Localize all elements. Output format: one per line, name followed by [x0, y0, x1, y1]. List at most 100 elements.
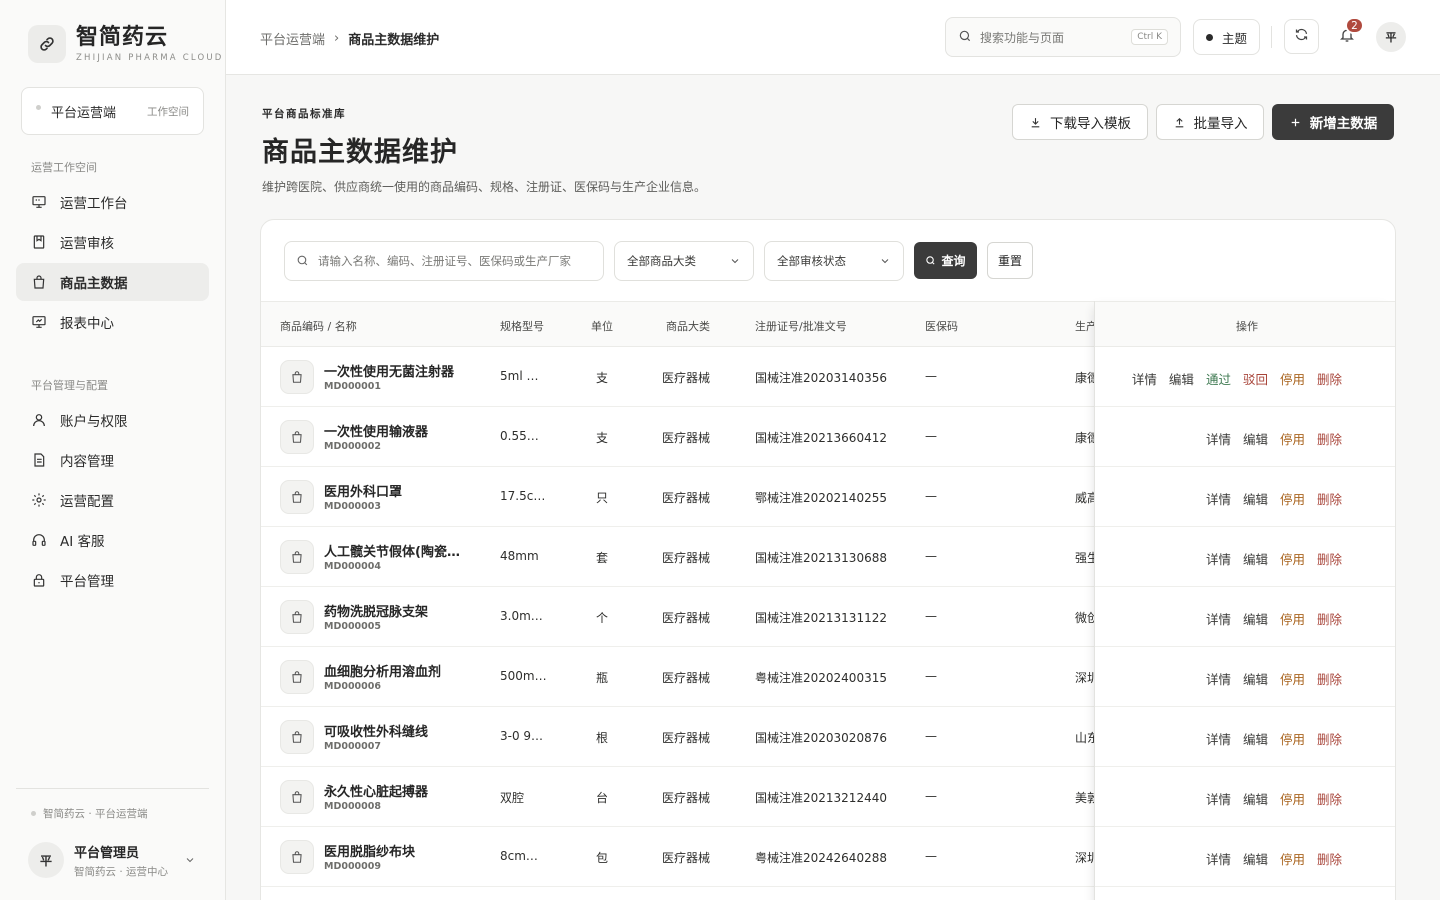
- reject-link[interactable]: 驳回: [1243, 369, 1268, 388]
- edit-link[interactable]: 编辑: [1243, 729, 1268, 748]
- global-search-input[interactable]: 搜索功能与页面 Ctrl K: [945, 17, 1181, 57]
- category-cell: 医疗器械: [662, 611, 711, 625]
- edit-link[interactable]: 编辑: [1243, 789, 1268, 808]
- bag-icon: [280, 480, 314, 514]
- breadcrumb-item[interactable]: 平台运营端: [260, 29, 325, 48]
- product-name[interactable]: 人工髋关节假体(陶瓷…: [324, 541, 460, 560]
- detail-link[interactable]: 详情: [1206, 609, 1231, 628]
- row-actions: 详情 编辑 通过 驳回 停用 删除: [1132, 369, 1342, 388]
- edit-link[interactable]: 编辑: [1243, 489, 1268, 508]
- disable-link[interactable]: 停用: [1280, 849, 1305, 868]
- sidebar-item-ops-config[interactable]: 运营配置: [16, 481, 209, 519]
- breadcrumb-current: 商品主数据维护: [348, 33, 440, 48]
- detail-link[interactable]: 详情: [1132, 369, 1157, 388]
- disable-link[interactable]: 停用: [1280, 729, 1305, 748]
- disable-link[interactable]: 停用: [1280, 669, 1305, 688]
- product-name[interactable]: 永久性心脏起搏器: [324, 781, 428, 800]
- column-header-insurance: 医保码: [925, 320, 958, 333]
- disable-link[interactable]: 停用: [1280, 369, 1305, 388]
- operations-row: 详情 编辑 停用 删除: [1095, 587, 1395, 647]
- edit-link[interactable]: 编辑: [1243, 549, 1268, 568]
- category-cell: 医疗器械: [662, 431, 711, 445]
- disable-link[interactable]: 停用: [1280, 489, 1305, 508]
- keyword-search-input[interactable]: 请输入名称、编码、注册证号、医保码或生产厂家: [284, 241, 604, 281]
- sidebar-item-platform[interactable]: 平台管理: [16, 561, 209, 599]
- reset-button[interactable]: 重置: [987, 242, 1033, 279]
- edit-link[interactable]: 编辑: [1243, 669, 1268, 688]
- delete-link[interactable]: 删除: [1317, 609, 1342, 628]
- category-cell: 医疗器械: [662, 491, 711, 505]
- spec-cell: 3-0 9…: [500, 729, 544, 743]
- delete-link[interactable]: 删除: [1317, 369, 1342, 388]
- product-code: MD000008: [324, 801, 381, 812]
- chevron-down-icon[interactable]: [184, 851, 196, 870]
- disable-link[interactable]: 停用: [1280, 429, 1305, 448]
- registration-cell: 国械注准20203140356: [755, 371, 887, 385]
- delete-link[interactable]: 删除: [1317, 429, 1342, 448]
- detail-link[interactable]: 详情: [1206, 849, 1231, 868]
- disable-link[interactable]: 停用: [1280, 549, 1305, 568]
- query-button[interactable]: 查询: [914, 242, 977, 279]
- sidebar-item-ops-review[interactable]: 运营审核: [16, 223, 209, 261]
- refresh-button[interactable]: [1284, 19, 1319, 54]
- brand[interactable]: 智简药云 ZHIJIAN PHARMA CLOUD: [28, 24, 224, 63]
- delete-link[interactable]: 删除: [1317, 669, 1342, 688]
- status-select[interactable]: 全部审核状态: [764, 241, 904, 281]
- nav-group-title: 平台管理与配置: [31, 379, 108, 392]
- edit-link[interactable]: 编辑: [1169, 369, 1194, 388]
- operations-row: 详情 编辑 停用 删除: [1095, 467, 1395, 527]
- avatar[interactable]: 平: [1376, 22, 1406, 52]
- sidebar-item-ops-dashboard[interactable]: 运营工作台: [16, 183, 209, 221]
- product-name[interactable]: 一次性使用无菌注射器: [324, 361, 454, 380]
- batch-import-button[interactable]: 批量导入: [1156, 104, 1264, 140]
- detail-link[interactable]: 详情: [1206, 429, 1231, 448]
- detail-link[interactable]: 详情: [1206, 669, 1231, 688]
- unit-cell: 台: [596, 791, 609, 805]
- delete-link[interactable]: 删除: [1317, 549, 1342, 568]
- category-select[interactable]: 全部商品大类: [614, 241, 754, 281]
- sidebar-item-ai-service[interactable]: AI 客服: [16, 521, 209, 559]
- bag-icon: [280, 420, 314, 454]
- disable-link[interactable]: 停用: [1280, 609, 1305, 628]
- sidebar-item-content[interactable]: 内容管理: [16, 441, 209, 479]
- product-name[interactable]: 医用外科口罩: [324, 481, 402, 500]
- product-name[interactable]: 一次性使用输液器: [324, 421, 428, 440]
- sidebar-divider: [16, 788, 209, 789]
- detail-link[interactable]: 详情: [1206, 729, 1231, 748]
- detail-link[interactable]: 详情: [1206, 489, 1231, 508]
- product-name[interactable]: 医用脱脂纱布块: [324, 841, 415, 860]
- theme-button[interactable]: 主题: [1193, 19, 1260, 55]
- edit-link[interactable]: 编辑: [1243, 429, 1268, 448]
- shortcut-hint: Ctrl K: [1131, 29, 1168, 45]
- bag-icon: [280, 720, 314, 754]
- search-icon: [925, 255, 936, 266]
- button-label: 下载导入模板: [1050, 116, 1131, 132]
- sidebar-item-master-data[interactable]: 商品主数据: [16, 263, 209, 301]
- product-name[interactable]: 可吸收性外科缝线: [324, 721, 428, 740]
- user-card[interactable]: 平 平台管理员 智简药云 · 运营中心: [28, 840, 204, 880]
- download-template-button[interactable]: 下载导入模板: [1012, 104, 1148, 140]
- column-header-label: 操作: [1236, 320, 1258, 333]
- registration-cell: 粤械注准20202400315: [755, 671, 887, 685]
- product-name[interactable]: 血细胞分析用溶血剂: [324, 661, 441, 680]
- edit-link[interactable]: 编辑: [1243, 849, 1268, 868]
- detail-link[interactable]: 详情: [1206, 789, 1231, 808]
- edit-link[interactable]: 编辑: [1243, 609, 1268, 628]
- approve-link[interactable]: 通过: [1206, 369, 1231, 388]
- column-header-spec: 规格型号: [500, 320, 544, 333]
- delete-link[interactable]: 删除: [1317, 789, 1342, 808]
- workspace-switcher[interactable]: 平台运营端 工作空间: [21, 87, 204, 135]
- delete-link[interactable]: 删除: [1317, 729, 1342, 748]
- delete-link[interactable]: 删除: [1317, 489, 1342, 508]
- delete-link[interactable]: 删除: [1317, 849, 1342, 868]
- disable-link[interactable]: 停用: [1280, 789, 1305, 808]
- add-master-data-button[interactable]: 新增主数据: [1272, 104, 1394, 140]
- product-name[interactable]: 药物洗脱冠脉支架: [324, 601, 428, 620]
- sidebar-item-accounts[interactable]: 账户与权限: [16, 401, 209, 439]
- spec-cell: 48mm: [500, 549, 539, 563]
- product-code: MD000009: [324, 861, 381, 872]
- sidebar-item-label: 运营审核: [60, 236, 114, 252]
- detail-link[interactable]: 详情: [1206, 549, 1231, 568]
- sidebar-item-reports[interactable]: 报表中心: [16, 303, 209, 341]
- refresh-icon: [1294, 27, 1309, 46]
